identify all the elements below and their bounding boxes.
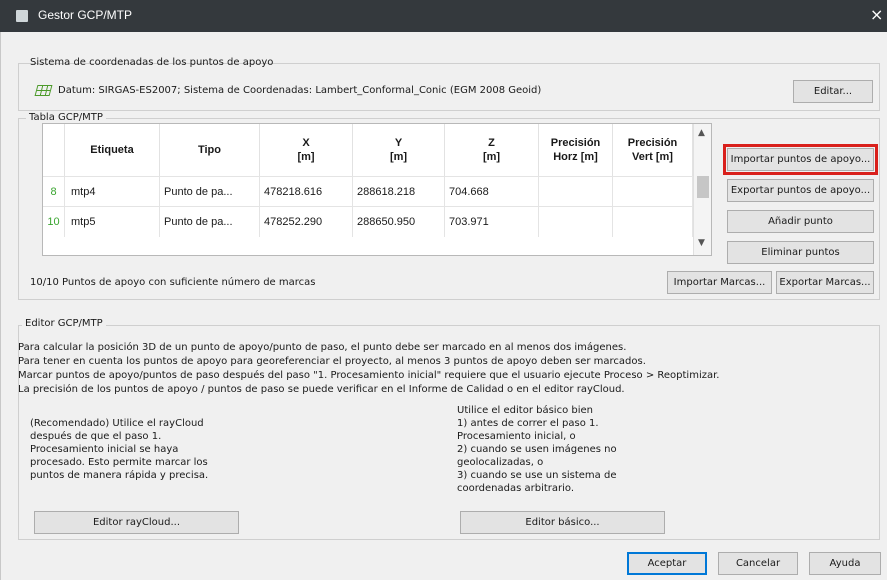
column-header-index	[43, 124, 65, 176]
scroll-down-icon[interactable]: ▼	[698, 238, 705, 248]
column-header-label[interactable]: Etiqueta	[65, 124, 160, 176]
table-header: Etiqueta Tipo X [m] Y [m] Z [m] Precisión Ho…	[43, 124, 693, 176]
row-horz-accuracy[interactable]	[539, 207, 613, 237]
title-bar: Gestor GCP/MTP ×	[0, 0, 887, 32]
row-x[interactable]: 478252.290	[260, 207, 353, 237]
window-title: Gestor GCP/MTP	[38, 8, 133, 22]
row-label[interactable]: mtp4	[65, 177, 160, 207]
row-z[interactable]: 703.971	[445, 207, 539, 237]
column-header-vert-accuracy[interactable]: Precisión Vert [m]	[613, 124, 693, 176]
row-index: 10	[43, 207, 65, 237]
gcp-table[interactable]: Etiqueta Tipo X [m] Y [m] Z [m] Precisión Ho…	[42, 123, 712, 256]
editor-info-line: Para calcular la posición 3D de un punto…	[18, 342, 627, 353]
table-row[interactable]: 8 mtp4 Punto de pa... 478218.616 288618.…	[43, 176, 693, 207]
column-header-type[interactable]: Tipo	[160, 124, 260, 176]
row-y[interactable]: 288650.950	[353, 207, 445, 237]
row-vert-accuracy[interactable]	[613, 177, 693, 207]
raycloud-description: (Recomendado) Utilice el rayCloud despué…	[30, 418, 209, 481]
column-header-y[interactable]: Y [m]	[353, 124, 445, 176]
row-y[interactable]: 288618.218	[353, 177, 445, 207]
close-icon[interactable]: ×	[870, 5, 883, 24]
row-type[interactable]: Punto de pa...	[160, 207, 260, 237]
remove-points-button[interactable]: Eliminar puntos	[727, 241, 874, 264]
editor-info-line: Marcar puntos de apoyo/puntos de paso de…	[18, 370, 720, 381]
row-label[interactable]: mtp5	[65, 207, 160, 237]
table-group-title: Tabla GCP/MTP	[26, 112, 106, 123]
app-icon	[16, 10, 28, 22]
row-z[interactable]: 704.668	[445, 177, 539, 207]
add-point-button[interactable]: Añadir punto	[727, 210, 874, 233]
import-points-button[interactable]: Importar puntos de apoyo...	[723, 144, 878, 175]
edit-coord-button[interactable]: Editar...	[793, 80, 873, 103]
marks-status-text: 10/10 Puntos de apoyo con suficiente núm…	[30, 277, 316, 288]
export-points-button[interactable]: Exportar puntos de apoyo...	[727, 179, 874, 202]
row-index: 8	[43, 177, 65, 207]
coord-system-group-title: Sistema de coordenadas de los puntos de …	[30, 57, 274, 68]
datum-text: Datum: SIRGAS-ES2007; Sistema de Coorden…	[58, 85, 542, 96]
column-header-z[interactable]: Z [m]	[445, 124, 539, 176]
editor-group-title: Editor GCP/MTP	[22, 318, 106, 329]
column-header-horz-accuracy[interactable]: Precisión Horz [m]	[539, 124, 613, 176]
column-header-x[interactable]: X [m]	[260, 124, 353, 176]
export-marks-button[interactable]: Exportar Marcas...	[776, 271, 874, 294]
cancel-button[interactable]: Cancelar	[718, 552, 798, 575]
table-scrollbar[interactable]: ▲ ▼	[693, 124, 711, 255]
raycloud-editor-button[interactable]: Editor rayCloud...	[34, 511, 239, 534]
row-vert-accuracy[interactable]	[613, 207, 693, 237]
table-row[interactable]: 10 mtp5 Punto de pa... 478252.290 288650…	[43, 206, 693, 237]
editor-info-line: La precisión de los puntos de apoyo / pu…	[18, 384, 625, 395]
import-marks-button[interactable]: Importar Marcas...	[667, 271, 772, 294]
scroll-thumb[interactable]	[697, 176, 709, 198]
basic-editor-description: Utilice el editor básico bien 1) antes d…	[457, 405, 617, 494]
row-type[interactable]: Punto de pa...	[160, 177, 260, 207]
accept-button[interactable]: Aceptar	[627, 552, 707, 575]
help-button[interactable]: Ayuda	[809, 552, 881, 575]
grid-icon	[34, 85, 53, 96]
row-horz-accuracy[interactable]	[539, 177, 613, 207]
basic-editor-button[interactable]: Editor básico...	[460, 511, 665, 534]
scroll-up-icon[interactable]: ▲	[698, 128, 705, 138]
editor-info-line: Para tener en cuenta los puntos de apoyo…	[18, 356, 646, 367]
row-x[interactable]: 478218.616	[260, 177, 353, 207]
